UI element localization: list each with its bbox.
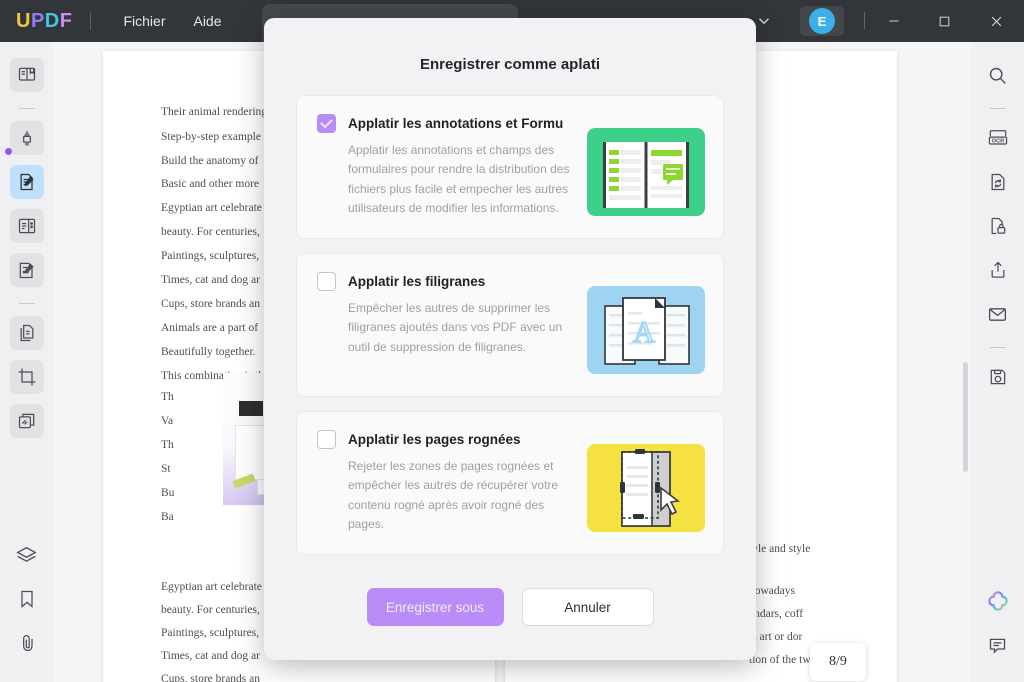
option-flatten-cropped-pages[interactable]: Applatir les pages rognées Rejeter les z… [296,411,724,555]
checkbox-flatten-watermarks[interactable] [317,272,336,291]
option-flatten-watermarks[interactable]: Applatir les filigranes Empêcher les aut… [296,253,724,397]
option-text-block: Applatir les filigranes Empêcher les aut… [317,272,587,357]
option-title: Applatir les filigranes [348,274,486,289]
option-flatten-annotations[interactable]: Applatir les annotations et Formu Applat… [296,95,724,239]
checkbox-flatten-cropped-pages[interactable] [317,430,336,449]
flatten-dialog: Enregistrer comme aplati Applatir les an… [264,18,756,660]
save-as-button[interactable]: Enregistrer sous [366,588,504,626]
option-description: Rejeter les zones de pages rognées et em… [348,459,559,532]
option-header: Applatir les filigranes [317,272,579,291]
updf-application-window: U P D F Fichier Aide Animal Painting Ski… [0,0,1024,682]
option-header: Applatir les pages rognées [317,430,579,449]
cancel-button[interactable]: Annuler [521,588,654,626]
checkbox-flatten-annotations[interactable] [317,114,336,133]
option-title: Applatir les pages rognées [348,432,521,447]
option-text-block: Applatir les annotations et Formu Applat… [317,114,587,219]
svg-text:A: A [633,316,655,349]
option-description: Applatir les annotations et champs des f… [348,143,570,216]
option-header: Applatir les annotations et Formu [317,114,579,133]
option-text-block: Applatir les pages rognées Rejeter les z… [317,430,587,535]
dialog-footer: Enregistrer sous Annuler [264,588,756,660]
flatten-annotations-thumb [587,128,705,216]
flatten-cropped-pages-thumb [587,444,705,532]
option-title: Applatir les annotations et Formu [348,116,564,131]
dialog-title: Enregistrer comme aplati [419,56,601,73]
flatten-watermarks-thumb: A [587,286,705,374]
option-description: Empêcher les autres de supprimer les fil… [348,301,563,354]
